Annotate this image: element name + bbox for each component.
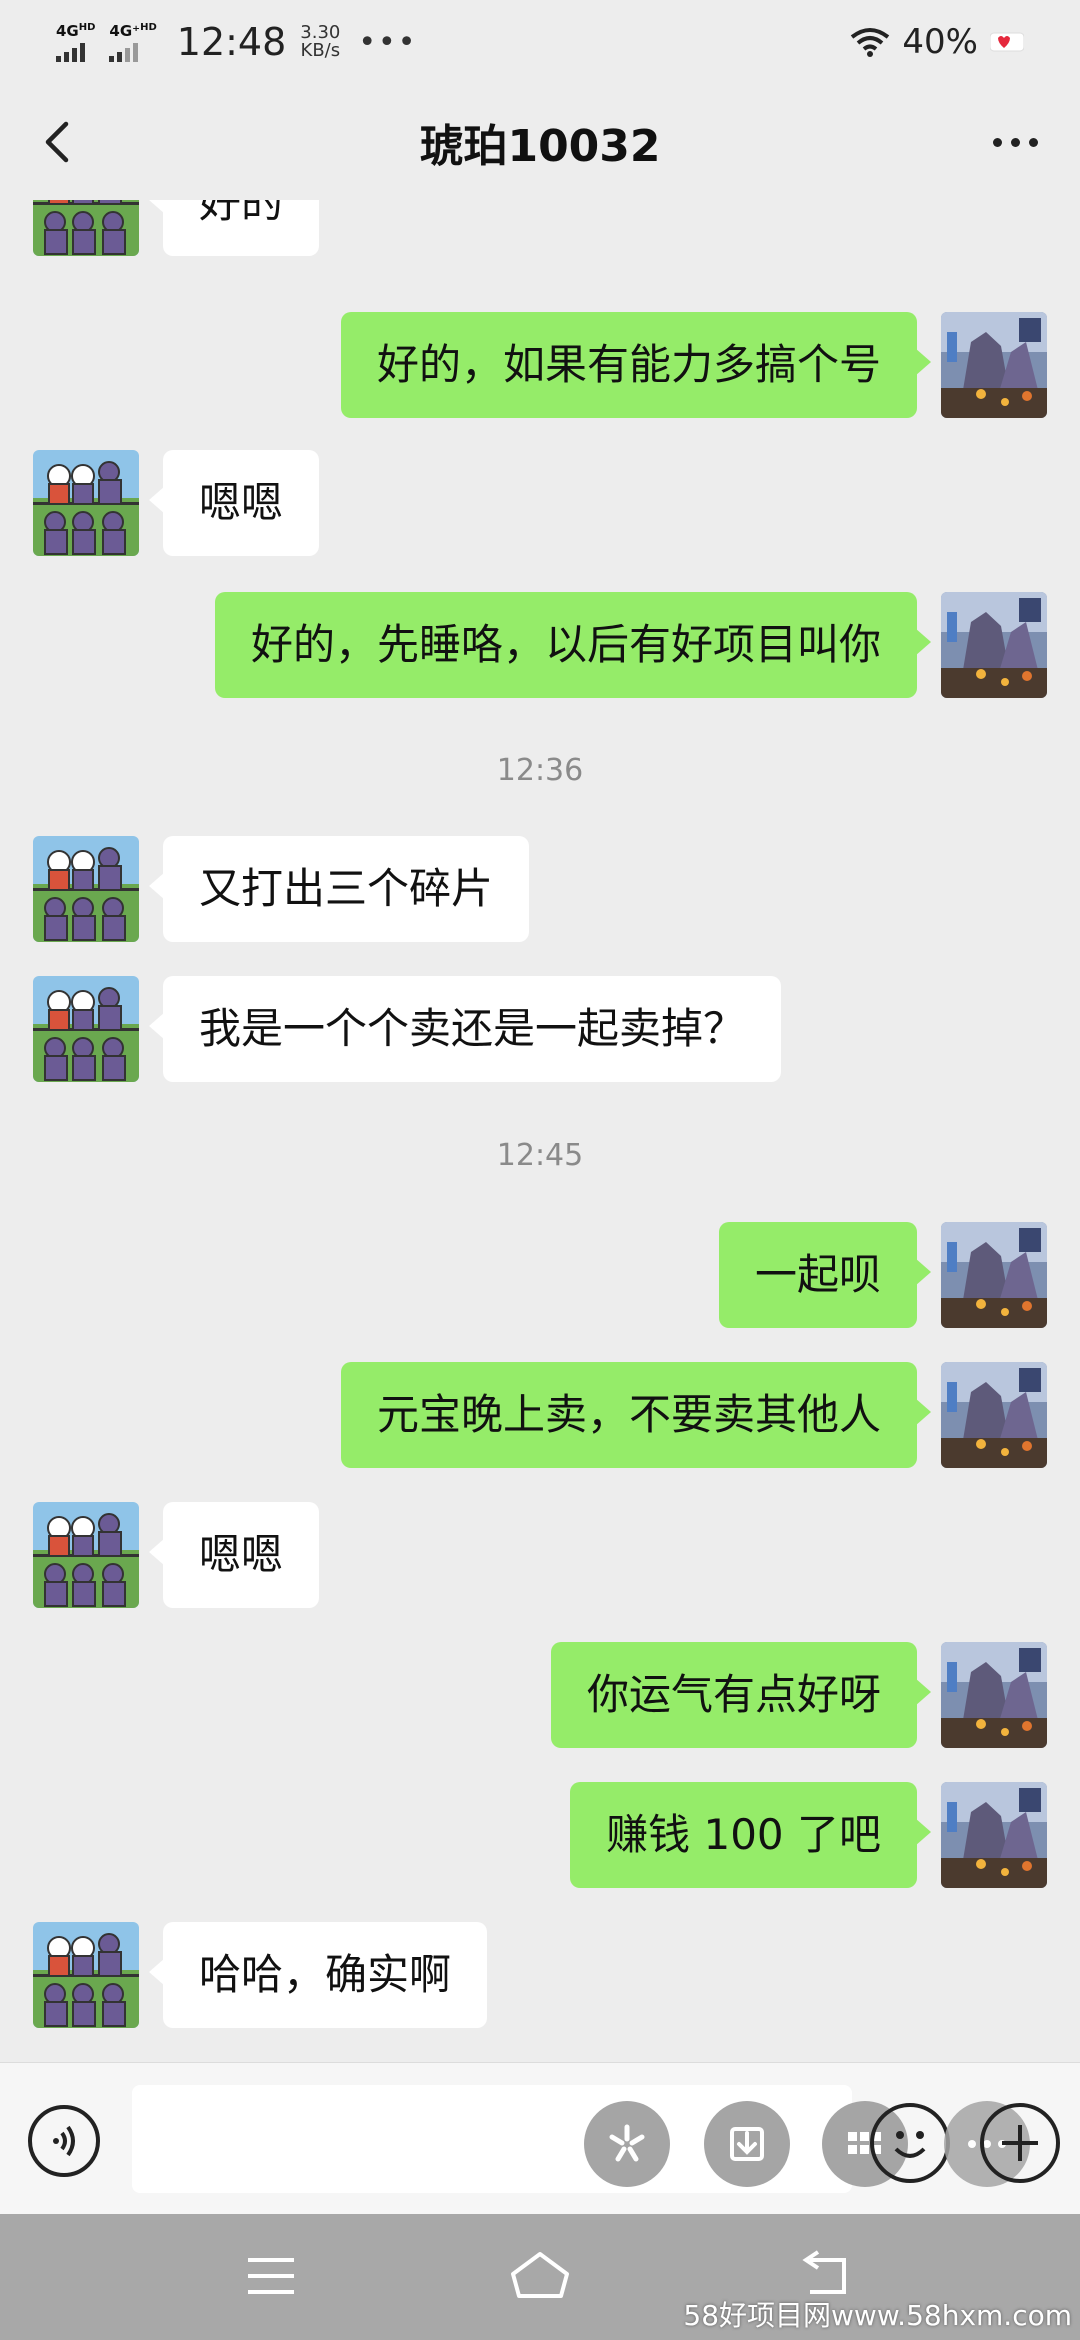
contact-avatar[interactable]: [33, 1922, 139, 2028]
smiley-icon: [894, 2131, 926, 2158]
message-row-outgoing: 好的，如果有能力多搞个号: [340, 312, 1047, 418]
watermark-text: 58好项目网www.58hxm.com: [683, 2299, 1072, 2332]
message-bubble-incoming[interactable]: 我是一个个卖还是一起卖掉？: [148, 976, 782, 1082]
home-icon: [511, 2252, 569, 2298]
message-bubble-incoming[interactable]: 又打出三个碎片: [148, 836, 530, 942]
battery-heart-icon: [990, 32, 1024, 52]
download-button[interactable]: [704, 2101, 790, 2187]
battery-level: 40%: [902, 22, 978, 62]
message-bubble-incoming[interactable]: 哈哈，确实啊: [148, 1922, 488, 2028]
message-text: 你运气有点好呀: [586, 1669, 881, 1719]
more-dot-icon: [1028, 137, 1038, 147]
my-avatar[interactable]: [941, 1782, 1047, 1888]
message-bubble-outgoing[interactable]: 你运气有点好呀: [550, 1642, 932, 1748]
message-bubble-outgoing[interactable]: 元宝晚上卖，不要卖其他人: [340, 1362, 932, 1468]
message-row-outgoing: 你运气有点好呀: [550, 1642, 1047, 1748]
message-row-incoming: 又打出三个碎片: [33, 836, 530, 942]
system-nav-bar: 58好项目网www.58hxm.com: [0, 2214, 1080, 2340]
input-bar: [0, 2062, 1080, 2214]
menu-nav-button[interactable]: [236, 2244, 306, 2308]
message-row-outgoing: 赚钱 100 了吧: [570, 1782, 1047, 1888]
more-dot-icon: [992, 137, 1002, 147]
message-list[interactable]: 好的 好的，如果有能力多搞个号 嗯嗯 好的，先睡咯，以后有好项目叫你 12:36…: [0, 200, 1080, 2060]
message-row-outgoing: 一起呗: [718, 1222, 1047, 1328]
message-bubble-incoming[interactable]: 嗯嗯: [148, 1502, 320, 1608]
message-row-incoming: 哈哈，确实啊: [33, 1922, 488, 2028]
chat-title: 琥珀10032: [419, 121, 661, 172]
message-row-outgoing: 元宝晚上卖，不要卖其他人: [340, 1362, 1047, 1468]
message-text: 赚钱 100 了吧: [606, 1809, 881, 1859]
signal-1-icon: 4GHD: [56, 21, 96, 62]
message-bubble-outgoing[interactable]: 好的，如果有能力多搞个号: [340, 312, 932, 418]
home-nav-button[interactable]: [505, 2244, 575, 2308]
message-text: 嗯嗯: [199, 477, 284, 527]
signal-2-icon: 4G⁺HD: [109, 21, 157, 62]
message-bubble-incoming[interactable]: 好的: [148, 200, 320, 256]
message-text: 嗯嗯: [199, 1529, 284, 1579]
contact-avatar[interactable]: [33, 836, 139, 942]
message-text: 又打出三个碎片: [199, 863, 494, 913]
plus-icon: [1002, 2125, 1038, 2161]
message-row-incoming: 我是一个个卖还是一起卖掉？: [33, 976, 782, 1082]
contact-avatar[interactable]: [33, 200, 139, 256]
my-avatar[interactable]: [941, 312, 1047, 418]
wifi-icon: [851, 28, 890, 57]
back-button[interactable]: [30, 112, 90, 172]
message-bubble-outgoing[interactable]: 好的，先睡咯，以后有好项目叫你: [214, 592, 932, 698]
status-right: 40%: [850, 22, 1024, 62]
message-row-incoming: 嗯嗯: [33, 450, 320, 556]
network-speed: 3.30 KB/s: [300, 24, 340, 60]
voice-icon: [53, 2125, 75, 2157]
message-text: 哈哈，确实啊: [199, 1949, 452, 1999]
message-bubble-outgoing[interactable]: 赚钱 100 了吧: [570, 1782, 931, 1888]
network-speed-unit: KB/s: [300, 40, 341, 61]
message-text: 好的，如果有能力多搞个号: [376, 339, 881, 389]
network-type-2: 4G⁺: [109, 21, 141, 40]
contact-avatar[interactable]: [33, 450, 139, 556]
message-text: 元宝晚上卖，不要卖其他人: [376, 1389, 881, 1439]
spark-button[interactable]: [584, 2101, 670, 2187]
voice-input-button[interactable]: [28, 2105, 100, 2177]
chevron-left-icon: [45, 121, 69, 163]
status-left: 4GHD 4G⁺HD 12:48 3.30 KB/s •••: [56, 20, 417, 64]
network-type-1: 4G: [56, 21, 79, 40]
timestamp-separator: 12:45: [496, 1138, 584, 1173]
message-row-outgoing: 好的，先睡咯，以后有好项目叫你: [214, 592, 1047, 698]
timestamp-separator: 12:36: [496, 753, 584, 788]
my-avatar[interactable]: [941, 1642, 1047, 1748]
contact-avatar[interactable]: [33, 976, 139, 1082]
my-avatar[interactable]: [941, 1362, 1047, 1468]
spark-icon: [609, 2124, 645, 2162]
message-bubble-incoming[interactable]: 嗯嗯: [148, 450, 320, 556]
message-bubble-outgoing[interactable]: 一起呗: [718, 1222, 932, 1328]
add-attachment-button[interactable]: [980, 2103, 1060, 2183]
download-icon: [730, 2127, 764, 2161]
message-row-incoming: 嗯嗯: [33, 1502, 320, 1608]
emoji-button[interactable]: [870, 2103, 950, 2183]
network-hd-1: HD: [78, 21, 96, 33]
status-bar: 4GHD 4G⁺HD 12:48 3.30 KB/s ••• 40%: [0, 0, 1080, 84]
more-notifications-icon: •••: [358, 24, 418, 60]
more-options-button[interactable]: [980, 114, 1050, 170]
message-row-incoming: 好的: [33, 200, 320, 256]
menu-icon: [248, 2258, 294, 2294]
chat-header: 琥珀10032: [0, 84, 1080, 200]
status-time: 12:48: [176, 20, 287, 64]
network-hd-2: HD: [140, 21, 157, 33]
my-avatar[interactable]: [941, 1222, 1047, 1328]
message-text: 好的: [199, 200, 284, 227]
message-text: 好的，先睡咯，以后有好项目叫你: [250, 619, 881, 669]
my-avatar[interactable]: [941, 592, 1047, 698]
message-text: 一起呗: [754, 1249, 881, 1299]
more-dot-icon: [1010, 137, 1020, 147]
contact-avatar[interactable]: [33, 1502, 139, 1608]
message-text: 我是一个个卖还是一起卖掉？: [199, 1003, 746, 1053]
